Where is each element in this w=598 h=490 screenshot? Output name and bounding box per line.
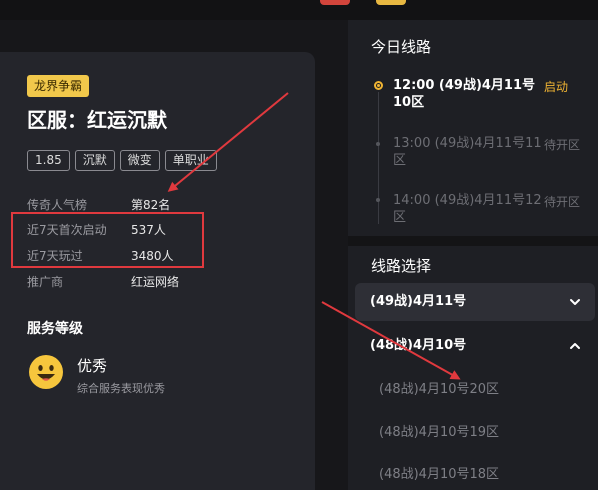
stat-row-promoter: 推广商 红运网络 — [27, 273, 179, 290]
stat-label: 推广商 — [27, 275, 64, 289]
sub-route-item[interactable]: (48战)4月10号18区 — [379, 463, 499, 482]
route-item[interactable]: 13:00 (49战)4月11号11区 — [393, 135, 543, 169]
route-dot-icon — [376, 198, 380, 202]
stat-value: 第82名 — [131, 198, 171, 212]
sub-route-item[interactable]: (48战)4月10号19区 — [379, 421, 499, 440]
timeline-line — [378, 92, 379, 224]
line-group-label: (49战)4月11号 — [370, 294, 467, 309]
route-item[interactable]: 14:00 (49战)4月11号12区 — [393, 192, 543, 226]
route-status: 待开区 — [544, 138, 581, 152]
route-status-active: 启动 — [544, 80, 569, 94]
top-red-tab[interactable] — [320, 0, 350, 5]
panel-divider — [348, 236, 598, 246]
service-section-title: 服务等级 — [27, 321, 83, 337]
version-chip: 1.85 — [27, 150, 70, 171]
today-routes-title: 今日线路 — [371, 38, 432, 56]
chevron-up-icon — [570, 343, 580, 349]
line-group-label: (48战)4月10号 — [370, 338, 467, 353]
line-group-collapsed[interactable]: (49战)4月11号 — [355, 283, 595, 321]
active-route-dot-icon — [374, 81, 383, 90]
annotation-highlight-box — [11, 212, 204, 268]
chevron-down-icon — [570, 299, 580, 305]
line-group-expanded[interactable]: (48战)4月10号 — [355, 327, 595, 365]
type-chip: 沉默 — [74, 150, 115, 171]
line-select-title: 线路选择 — [371, 257, 432, 275]
stat-value: 红运网络 — [131, 275, 180, 289]
top-strip — [0, 0, 598, 20]
server-tag-badge: 龙界争霸 — [27, 75, 90, 97]
stat-label: 传奇人气榜 — [27, 198, 88, 212]
service-description: 综合服务表现优秀 — [77, 382, 165, 395]
route-status: 待开区 — [544, 195, 581, 209]
server-chips: 1.85 沉默 微变 单职业 — [27, 150, 217, 171]
service-level: 优秀 — [77, 357, 108, 375]
sub-route-item[interactable]: (48战)4月10号20区 — [379, 378, 499, 397]
profession-chip: 单职业 — [164, 150, 217, 171]
stat-row-popularity: 传奇人气榜 第82名 — [27, 196, 170, 213]
top-yellow-tab[interactable] — [376, 0, 406, 5]
route-dot-icon — [376, 142, 380, 146]
server-title: 区服：红运沉默 — [27, 108, 167, 132]
smiley-icon — [29, 355, 63, 389]
variant-chip: 微变 — [119, 150, 160, 171]
route-item-active[interactable]: 12:00 (49战)4月11号10区 — [393, 77, 543, 111]
